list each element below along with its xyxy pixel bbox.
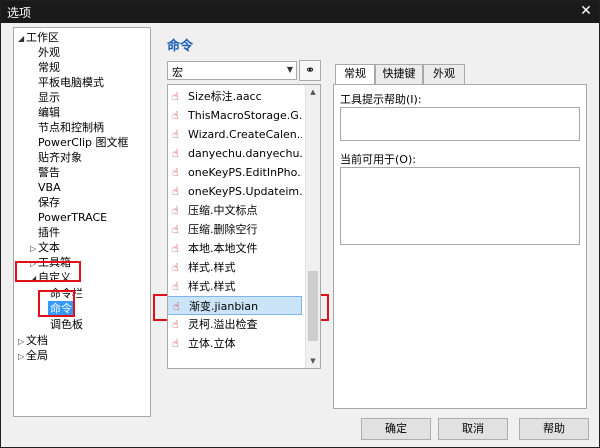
tree-item-display[interactable]: 显示: [38, 90, 60, 105]
macro-icon: ☝: [172, 90, 179, 103]
options-dialog: 选项 ✕ ◢ 工作区 外观 常规 平板电脑模式 显示 编辑 节点和控制柄 Powe…: [0, 0, 600, 448]
macro-icon: ☝: [172, 242, 179, 255]
tooltip-help-field[interactable]: [340, 107, 580, 141]
tree-item-general[interactable]: 常规: [38, 60, 60, 75]
collapse-arrow-icon[interactable]: ◢: [18, 31, 26, 46]
tree-item-toolbox[interactable]: ▷ 工具箱: [30, 255, 71, 270]
tree-item-snap-objects[interactable]: 贴齐对象: [38, 150, 82, 165]
expand-arrow-icon[interactable]: ▷: [18, 334, 26, 349]
tree-item-powertrace[interactable]: PowerTRACE: [38, 210, 107, 225]
tooltip-help-label: 工具提示帮助(I):: [340, 93, 422, 106]
macro-icon: ☝: [172, 166, 179, 179]
tab-appearance[interactable]: 外观: [423, 64, 465, 84]
options-tree: ◢ 工作区 外观 常规 平板电脑模式 显示 编辑 节点和控制柄 PowerClip…: [13, 27, 151, 417]
tree-item-vba[interactable]: VBA: [38, 180, 61, 195]
list-item[interactable]: ☝ 压缩.删除空行: [172, 220, 302, 239]
scroll-thumb[interactable]: [308, 271, 318, 341]
cancel-button[interactable]: 取消: [438, 418, 508, 440]
tree-item-document[interactable]: ▷ 文档: [18, 333, 48, 348]
list-item[interactable]: ☝ 灵柯.溢出检查: [172, 315, 302, 334]
macro-icon: ☝: [172, 147, 179, 160]
list-item[interactable]: ☝ 样式.样式: [172, 258, 302, 277]
tab-general[interactable]: 常规: [335, 64, 375, 85]
macro-icon: ☝: [172, 128, 179, 141]
available-for-label: 当前可用于(O):: [340, 153, 416, 166]
list-item[interactable]: ☝ 本地.本地文件: [172, 239, 302, 258]
command-list: ☝ Size标注.aacc ☝ ThisMacroStorage.G... ☝ Wiz…: [167, 84, 321, 369]
tree-item-commands[interactable]: 命令: [48, 301, 74, 316]
macro-icon: ☝: [172, 261, 179, 274]
list-item[interactable]: ☝ 压缩.中文标点: [172, 201, 302, 220]
list-item[interactable]: ☝ 样式.样式: [172, 277, 302, 296]
expand-arrow-icon[interactable]: ▷: [18, 349, 26, 364]
macro-icon: ☝: [173, 300, 180, 313]
collapse-arrow-icon[interactable]: ◢: [30, 271, 38, 286]
macro-icon: ☝: [172, 337, 179, 350]
ok-button[interactable]: 确定: [361, 418, 431, 440]
chevron-down-icon[interactable]: ▼: [287, 65, 293, 74]
tab-shortcut-keys[interactable]: 快捷键: [375, 64, 423, 84]
section-title: 命令: [167, 39, 194, 54]
macro-icon: ☝: [172, 280, 179, 293]
tree-item-nodes-handles[interactable]: 节点和控制柄: [38, 120, 104, 135]
tree-item-text[interactable]: ▷ 文本: [30, 240, 60, 255]
binoculars-icon: ⚭: [304, 63, 316, 77]
tree-item-plugins[interactable]: 插件: [38, 225, 60, 240]
tree-item-edit[interactable]: 编辑: [38, 105, 60, 120]
tree-item-workspace[interactable]: ◢ 工作区: [18, 30, 59, 45]
command-list-scrollbar[interactable]: ▲ ▼: [305, 85, 320, 368]
tree-item-command-bars[interactable]: 命令栏: [50, 286, 83, 301]
macro-icon: ☝: [172, 204, 179, 217]
expand-arrow-icon[interactable]: ▷: [30, 241, 38, 256]
list-item[interactable]: ☝ danyechu.danyechu...: [172, 144, 302, 163]
macro-icon: ☝: [172, 223, 179, 236]
expand-arrow-icon[interactable]: ▷: [30, 256, 38, 271]
tree-item-palettes[interactable]: 调色板: [50, 317, 83, 332]
find-binoculars-button[interactable]: ⚭: [299, 60, 321, 81]
available-for-list[interactable]: [340, 167, 580, 245]
category-dropdown[interactable]: 宏 ▼: [167, 61, 297, 80]
macro-icon: ☝: [172, 185, 179, 198]
tree-item-global[interactable]: ▷ 全局: [18, 348, 48, 363]
list-item[interactable]: ☝ oneKeyPS.Updateim...: [172, 182, 302, 201]
scroll-down-icon[interactable]: ▼: [306, 354, 320, 368]
general-tab-panel: 工具提示帮助(I): 当前可用于(O):: [333, 84, 587, 409]
scroll-up-icon[interactable]: ▲: [306, 85, 320, 99]
help-button[interactable]: 帮助: [519, 418, 589, 440]
category-value: 宏: [172, 66, 183, 79]
list-item[interactable]: ☝ Size标注.aacc: [172, 87, 302, 106]
tree-item-tablet-mode[interactable]: 平板电脑模式: [38, 75, 104, 90]
tree-item-save[interactable]: 保存: [38, 195, 60, 210]
close-icon[interactable]: ✕: [577, 2, 595, 20]
title-bar: 选项 ✕: [1, 1, 599, 23]
window-title: 选项: [7, 6, 32, 20]
list-item[interactable]: ☝ Wizard.CreateCalen...: [172, 125, 302, 144]
tree-item-powerclip[interactable]: PowerClip 图文框: [38, 135, 129, 150]
macro-icon: ☝: [172, 109, 179, 122]
list-item[interactable]: ☝ 立体.立体: [172, 334, 302, 353]
list-item[interactable]: ☝ oneKeyPS.EditInPho...: [172, 163, 302, 182]
list-item-active[interactable]: ☝ 渐变.jianbian: [168, 296, 302, 315]
list-item[interactable]: ☝ ThisMacroStorage.G...: [172, 106, 302, 125]
tree-item-customize[interactable]: ◢ 自定义: [30, 270, 71, 285]
macro-icon: ☝: [172, 318, 179, 331]
tree-item-warnings[interactable]: 警告: [38, 165, 60, 180]
tree-item-appearance[interactable]: 外观: [38, 45, 60, 60]
